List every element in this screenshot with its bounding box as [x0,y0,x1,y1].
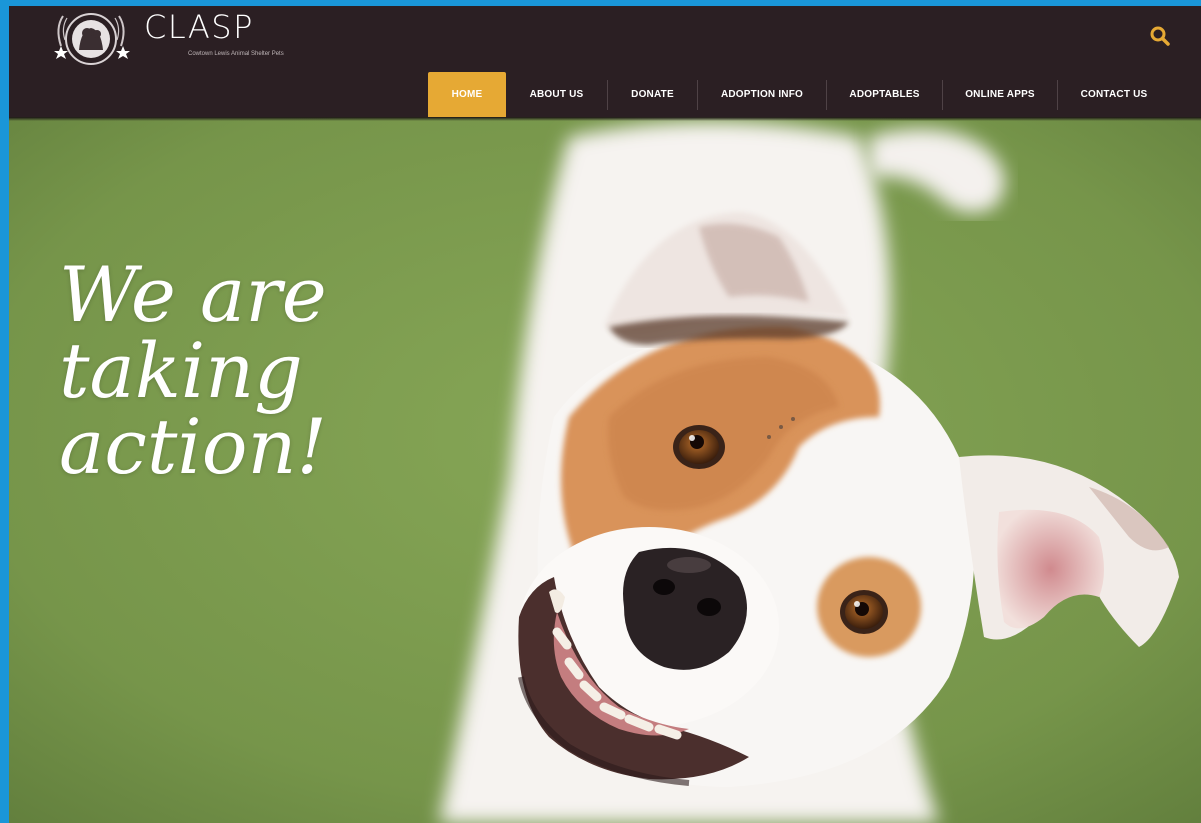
search-icon[interactable] [1148,24,1172,48]
hero-headline: We are taking action! [59,257,327,485]
browser-viewport: CLASP Cowtown Lewis Animal Shelter Pets … [9,6,1201,823]
main-nav: HOME ABOUT US DONATE ADOPTION INFO ADOPT… [428,72,1170,117]
nav-item-adoption-info[interactable]: ADOPTION INFO [698,72,826,117]
brand-tagline: Cowtown Lewis Animal Shelter Pets [188,51,284,57]
nav-item-online-apps[interactable]: ONLINE APPS [943,72,1057,117]
nav-item-donate[interactable]: DONATE [608,72,697,117]
nav-item-contact-us[interactable]: CONTACT US [1058,72,1170,117]
nav-item-about-us[interactable]: ABOUT US [506,72,607,117]
logo-emblem-icon [54,13,130,65]
hero-banner: We are taking action! [9,117,1201,823]
brand-title: CLASP [144,8,254,46]
hero-headline-line: action! [59,402,327,491]
nav-item-adoptables[interactable]: ADOPTABLES [827,72,942,117]
site-header: CLASP Cowtown Lewis Animal Shelter Pets … [9,6,1201,117]
hero-headline-line: taking [59,326,303,415]
nav-item-home[interactable]: HOME [428,72,506,117]
header-shadow [9,117,1201,121]
hero-headline-line: We are [59,250,327,339]
site-logo[interactable]: CLASP Cowtown Lewis Animal Shelter Pets [49,6,289,72]
